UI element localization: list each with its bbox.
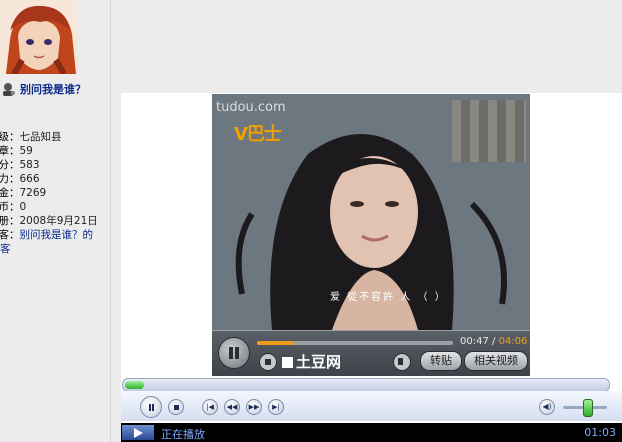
player-fast-forward-button[interactable]: ▶▶: [246, 399, 262, 415]
video-stop-button[interactable]: [259, 353, 277, 371]
video-current-time: 00:47: [460, 336, 489, 347]
video-progress-fill: [257, 341, 295, 345]
tudou-logo-icon: [282, 357, 293, 368]
video-frame: tudou.com V巴士 爱 從不容許 人 （ ）: [212, 94, 530, 330]
stat-registered: 册：2008年9月21日: [0, 215, 98, 227]
player-pause-button[interactable]: [140, 396, 162, 418]
player-status-text: 正在播放: [161, 428, 205, 441]
user-stats: 级：七品知县 章：59 分：583 力：666 金：7269 币：0 册：200…: [0, 130, 110, 256]
player-mute-button[interactable]: ◀): [539, 399, 555, 415]
previous-icon: |◀: [206, 403, 214, 411]
stat-power: 力：666: [0, 173, 40, 185]
blog-link-wrap[interactable]: 客: [0, 243, 11, 255]
player-stop-button[interactable]: [168, 399, 184, 415]
video-controls: 00:47 / 04:06 土豆网 转贴 相关视频: [212, 330, 530, 376]
player-controls: |◀ ◀◀ ▶▶ ▶| ◀): [121, 391, 622, 421]
avatar[interactable]: [0, 0, 78, 74]
stat-blog: 客：别问我是谁？的: [0, 229, 94, 241]
video-subtitle: 爱 從不容許 人 （ ）: [330, 292, 447, 303]
stat-gold: 金：7269: [0, 187, 47, 199]
video-player[interactable]: tudou.com V巴士 爱 從不容許 人 （ ） 00:47 / 04:06…: [212, 94, 530, 376]
channel-logo: V巴士: [234, 124, 282, 145]
repost-button[interactable]: 转贴: [420, 351, 462, 371]
user-status-icon: [0, 81, 16, 97]
rewind-icon: ◀◀: [226, 403, 238, 411]
video-total-time: 04:06: [498, 336, 528, 347]
player-rewind-button[interactable]: ◀◀: [224, 399, 240, 415]
related-videos-button[interactable]: 相关视频: [464, 351, 528, 371]
player-seek-fill: [125, 381, 145, 389]
player-volume-handle[interactable]: [582, 399, 593, 417]
video-time: 00:47 / 04:06: [460, 336, 528, 347]
user-row: 别问我是谁？: [0, 78, 110, 98]
blog-link[interactable]: 别问我是谁？的: [20, 229, 94, 241]
player-next-button[interactable]: ▶|: [268, 399, 284, 415]
status-play-icon: [122, 425, 154, 440]
stat-rank: 级：七品知县: [0, 131, 62, 143]
tudou-brand-text: 土豆网: [296, 353, 342, 371]
stat-blog-wrap: 客: [0, 242, 110, 256]
video-pause-button[interactable]: [218, 337, 250, 369]
fast-forward-icon: ▶▶: [248, 403, 260, 411]
stat-coins: 币：0: [0, 201, 27, 213]
player-previous-button[interactable]: |◀: [202, 399, 218, 415]
sidebar: 别问我是谁？ 级：七品知县 章：59 分：583 力：666 金：7269 币：…: [0, 0, 111, 442]
mosaic-overlay: [452, 100, 526, 162]
player-seek-bar[interactable]: [122, 378, 610, 392]
player-status-bar: 正在播放 01:03: [121, 423, 622, 442]
player-status-time: 01:03: [584, 426, 616, 439]
username-link[interactable]: 别问我是谁？: [20, 81, 86, 97]
avatar-image: [0, 0, 78, 74]
tudou-logo: 土豆网: [282, 351, 341, 372]
video-volume-icon[interactable]: [393, 353, 411, 371]
video-watermark: tudou.com: [216, 100, 286, 115]
speaker-icon: ◀): [542, 402, 552, 411]
stat-points: 分：583: [0, 159, 40, 171]
stat-posts: 章：59: [0, 145, 33, 157]
next-icon: ▶|: [272, 403, 280, 411]
video-progress-bar[interactable]: [257, 341, 453, 345]
